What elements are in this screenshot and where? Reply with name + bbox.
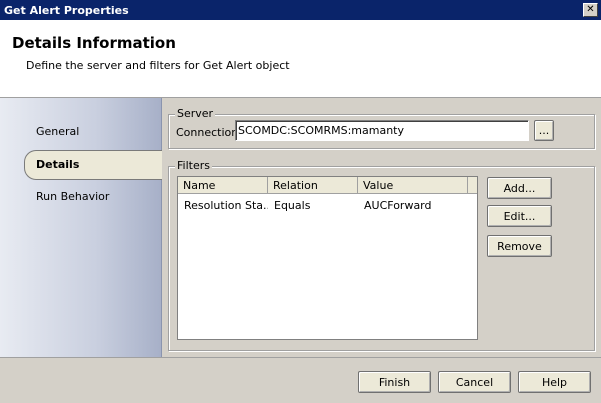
page-title: Details Information [12, 34, 176, 52]
browse-button[interactable]: ... [534, 120, 554, 141]
page-subtitle: Define the server and filters for Get Al… [26, 59, 290, 72]
connection-label: Connection [176, 126, 239, 139]
finish-button[interactable]: Finish [358, 371, 431, 393]
page-header: Details Information Define the server an… [0, 20, 601, 98]
sidebar-item-details[interactable]: Details [24, 150, 163, 180]
sidebar-item-general[interactable]: General [36, 125, 79, 138]
window-titlebar: Get Alert Properties ✕ [0, 0, 601, 20]
sidebar: General Details Run Behavior [0, 98, 163, 357]
close-icon[interactable]: ✕ [583, 3, 598, 17]
cancel-button[interactable]: Cancel [438, 371, 511, 393]
sidebar-item-run-behavior[interactable]: Run Behavior [36, 190, 109, 203]
row-name: Resolution Sta... [184, 199, 268, 212]
help-button[interactable]: Help [518, 371, 591, 393]
sidebar-item-label: Details [36, 158, 80, 171]
row-value: AUCForward [364, 199, 432, 212]
filters-list[interactable]: Name Relation Value Resolution Sta... Eq… [177, 176, 478, 340]
connection-field[interactable]: SCOMDC:SCOMRMS:mamanty [235, 120, 529, 141]
footer: Finish Cancel Help [0, 357, 601, 403]
row-relation: Equals [274, 199, 311, 212]
server-groupbox: Server Connection SCOMDC:SCOMRMS:mamanty… [168, 107, 595, 149]
column-header-name[interactable]: Name [178, 177, 268, 194]
filters-group-label: Filters [175, 159, 212, 172]
list-header: Name Relation Value [178, 177, 477, 194]
details-panel: Server Connection SCOMDC:SCOMRMS:mamanty… [162, 98, 601, 357]
column-header-relation[interactable]: Relation [268, 177, 358, 194]
window-title: Get Alert Properties [4, 4, 129, 17]
remove-button[interactable]: Remove [487, 235, 552, 257]
edit-button[interactable]: Edit... [487, 205, 552, 227]
add-button[interactable]: Add... [487, 177, 552, 199]
server-group-label: Server [175, 107, 216, 120]
column-header-value[interactable]: Value [358, 177, 468, 194]
